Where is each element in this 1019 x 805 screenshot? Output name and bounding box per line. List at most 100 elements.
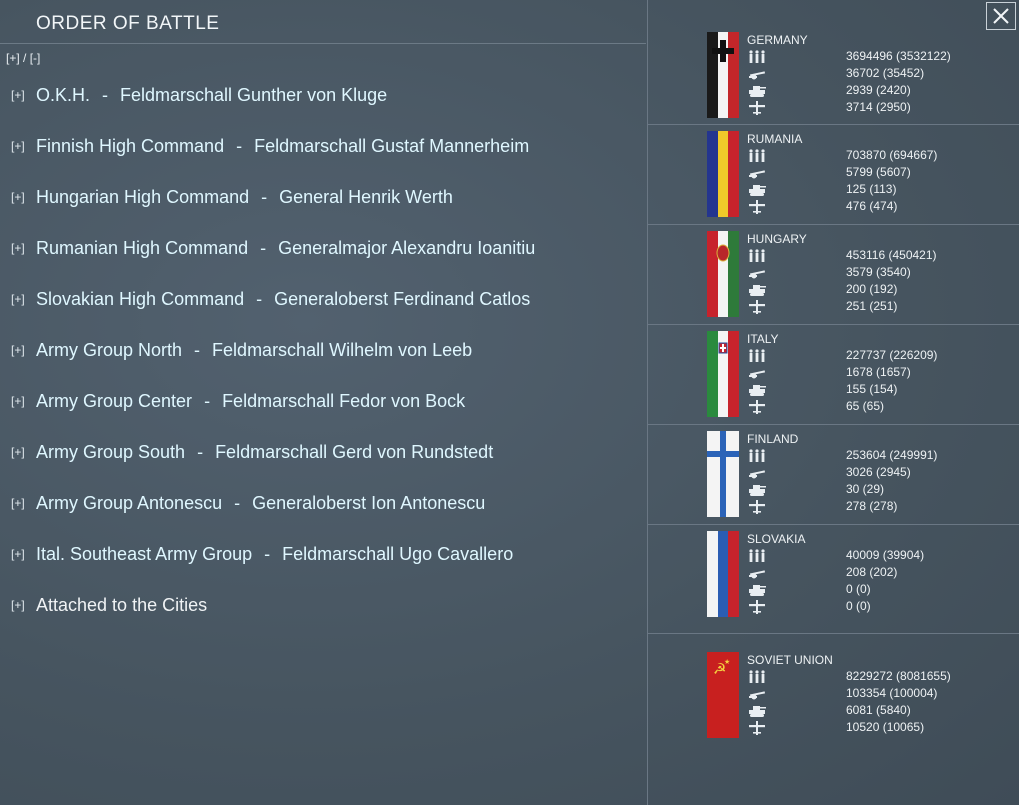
title-divider	[0, 43, 646, 44]
separator: -	[264, 543, 271, 564]
expand-toggle[interactable]: [+]	[11, 496, 25, 510]
command-row[interactable]: [+] Army Group Antonescu - Generaloberst Io…	[0, 488, 646, 518]
expand-toggle[interactable]: [+]	[11, 343, 25, 357]
aircraft-icon	[748, 400, 766, 414]
infantry-icon	[748, 670, 766, 684]
separator: -	[236, 135, 243, 156]
stat-value: 3694496 (3532122)	[846, 49, 951, 63]
stat-value: 30 (29)	[846, 482, 885, 496]
tank-icon	[748, 84, 766, 98]
expand-toggle[interactable]: [+]	[11, 190, 25, 204]
nation-block: ☭ ★ SOVIET UNION 8229272 (8081655) 103354 (1…	[648, 645, 1019, 805]
stat-value: 251 (251)	[846, 299, 898, 313]
infantry-icon	[748, 449, 766, 463]
command-label[interactable]: Army Group Center - Feldmarschall Fedor vo…	[36, 391, 465, 412]
command-row[interactable]: [+] Army Group Center - Feldmarschall Fedor…	[0, 386, 646, 416]
tank-icon	[748, 383, 766, 397]
stat-value: 1678 (1657)	[846, 365, 911, 379]
collapse-all-button[interactable]: [-]	[30, 51, 41, 65]
expand-toggle[interactable]: [+]	[11, 292, 25, 306]
command-row[interactable]: [+] O.K.H. - Feldmarschall Gunther von Klug…	[0, 80, 646, 110]
nation-block: RUMANIA 703870 (694667) 5799 (5607) 125 (11…	[648, 124, 1019, 225]
artillery-icon	[748, 366, 766, 380]
italy-flag-icon	[707, 331, 739, 417]
command-label[interactable]: Army Group Antonescu - Generaloberst Ion A…	[36, 493, 485, 514]
stat-row: 10520 (10065)	[748, 720, 1008, 737]
command-row[interactable]: [+] Attached to the Cities	[0, 590, 646, 620]
stat-row: 155 (154)	[748, 382, 1008, 399]
command-name: Ital. Southeast Army Group	[36, 543, 253, 564]
command-row[interactable]: [+] Hungarian High Command - General Henrik…	[0, 182, 646, 212]
infantry-icon	[748, 349, 766, 363]
nation-name: SLOVAKIA	[747, 532, 806, 546]
nation-name: RUMANIA	[747, 132, 803, 146]
close-button[interactable]	[986, 2, 1016, 30]
command-label[interactable]: Army Group South - Feldmarschall Gerd von …	[36, 442, 493, 463]
stat-value: 703870 (694667)	[846, 148, 938, 162]
page-title: ORDER OF BATTLE	[36, 13, 220, 34]
stat-row: 0 (0)	[748, 582, 1008, 599]
commander-name: Feldmarschall Gustaf Mannerheim	[254, 135, 530, 156]
tank-icon	[748, 183, 766, 197]
stat-row: 36702 (35452)	[748, 66, 1008, 83]
order-of-battle-panel: ORDER OF BATTLE [+] / [-] [+] O.K.H. - Feld…	[0, 0, 646, 805]
stat-row: 0 (0)	[748, 599, 1008, 616]
stat-value: 6081 (5840)	[846, 703, 911, 717]
infantry-icon	[748, 249, 766, 263]
expand-toggle[interactable]: [+]	[11, 547, 25, 561]
command-row[interactable]: [+] Slovakian High Command - Generaloberst …	[0, 284, 646, 314]
stat-value: 3714 (2950)	[846, 100, 911, 114]
nation-block: ITALY 227737 (226209) 1678 (1657) 155 (154)…	[648, 324, 1019, 425]
command-row[interactable]: [+] Finnish High Command - Feldmarschall Gu…	[0, 131, 646, 161]
stat-row: 2939 (2420)	[748, 83, 1008, 100]
expand-toggle[interactable]: [+]	[11, 139, 25, 153]
nation-name: FINLAND	[747, 432, 799, 446]
commander-name: Feldmarschall Gunther von Kluge	[120, 84, 388, 105]
infantry-icon	[748, 549, 766, 563]
stat-row: 30 (29)	[748, 482, 1008, 499]
command-label[interactable]: Slovakian High Command - Generaloberst Fer…	[36, 289, 530, 310]
separator: -	[261, 186, 268, 207]
expand-toggle[interactable]: [+]	[11, 241, 25, 255]
tank-icon	[748, 483, 766, 497]
command-row[interactable]: [+] Ital. Southeast Army Group - Feldmarsch…	[0, 539, 646, 569]
stat-value: 155 (154)	[846, 382, 898, 396]
command-label[interactable]: Ital. Southeast Army Group - Feldmarschall…	[36, 544, 513, 565]
nation-block: SLOVAKIA 40009 (39904) 208 (202) 0 (0) 0 (0)	[648, 524, 1019, 634]
command-row[interactable]: [+] Army Group North - Feldmarschall Wilhel…	[0, 335, 646, 365]
stat-value: 0 (0)	[846, 582, 871, 596]
command-row[interactable]: [+] Army Group South - Feldmarschall Gerd v…	[0, 437, 646, 467]
commander-name: Feldmarschall Wilhelm von Leeb	[212, 339, 473, 360]
expand-toggle[interactable]: [+]	[11, 598, 25, 612]
command-label[interactable]: Rumanian High Command - Generalmajor Alexa…	[36, 238, 535, 259]
command-label[interactable]: Hungarian High Command - General Henrik We…	[36, 187, 453, 208]
artillery-icon	[748, 266, 766, 280]
nation-name: SOVIET UNION	[747, 653, 833, 667]
commander-name: Generaloberst Ferdinand Catlos	[274, 288, 531, 309]
expand-toggle[interactable]: [+]	[11, 445, 25, 459]
command-label[interactable]: Finnish High Command - Feldmarschall Gusta…	[36, 136, 529, 157]
nation-block: HUNGARY 453116 (450421) 3579 (3540) 200 (19…	[648, 224, 1019, 325]
stat-value: 3026 (2945)	[846, 465, 911, 479]
commander-name: Generaloberst Ion Antonescu	[252, 492, 486, 513]
stat-row: 8229272 (8081655)	[748, 669, 1008, 686]
command-label[interactable]: O.K.H. - Feldmarschall Gunther von Kluge	[36, 85, 387, 106]
command-label[interactable]: Attached to the Cities	[36, 595, 207, 616]
expand-toggle[interactable]: [+]	[11, 394, 25, 408]
command-name: Slovakian High Command	[36, 288, 245, 309]
command-row[interactable]: [+] Rumanian High Command - Generalmajor Al…	[0, 233, 646, 263]
stat-row: 103354 (100004)	[748, 686, 1008, 703]
faction-divider	[648, 633, 1019, 634]
nation-summary-panel: GERMANY 3694496 (3532122) 36702 (35452) 293…	[647, 0, 1019, 805]
infantry-icon	[748, 149, 766, 163]
stat-row: 40009 (39904)	[748, 548, 1008, 565]
command-label[interactable]: Army Group North - Feldmarschall Wilhelm v…	[36, 340, 472, 361]
stat-row: 3694496 (3532122)	[748, 49, 1008, 66]
expand-toggle[interactable]: [+]	[11, 88, 25, 102]
svg-text:★: ★	[724, 658, 730, 666]
stat-row: 227737 (226209)	[748, 348, 1008, 365]
close-icon	[993, 8, 1009, 24]
expand-all-button[interactable]: [+]	[6, 51, 20, 65]
stat-value: 227737 (226209)	[846, 348, 938, 362]
command-name: Attached to the Cities	[36, 594, 208, 615]
